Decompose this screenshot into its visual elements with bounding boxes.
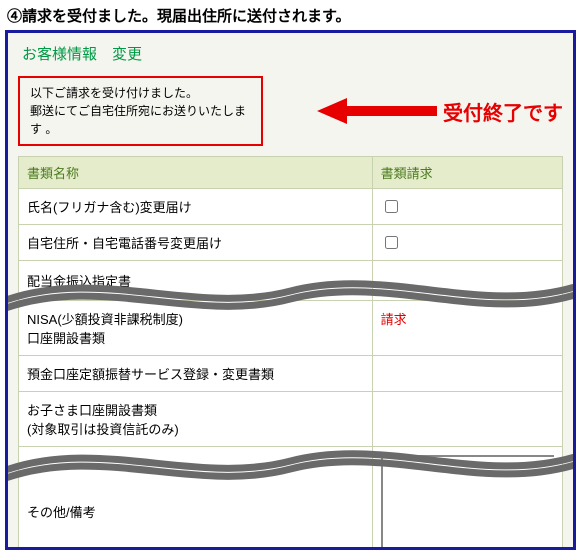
- confirmation-message-box: 以下ご請求を受け付けました。 郵送にてご自宅住所宛にお送りいたします 。: [18, 76, 263, 146]
- message-line-2: 郵送にてご自宅住所宛にお送りいたします 。: [30, 102, 251, 138]
- request-checkbox[interactable]: [385, 200, 398, 213]
- table-row: NISA(少額投資非課税制度) 口座開設書類 請求: [19, 301, 563, 356]
- doc-request-cell: 請求: [372, 301, 562, 356]
- doc-request-cell: [372, 189, 562, 225]
- doc-name-line: (対象取引は投資信託のみ): [27, 419, 364, 438]
- doc-request-cell: [372, 356, 562, 392]
- doc-name-cell: 預金口座定額振替サービス登録・変更書類: [19, 356, 373, 392]
- doc-name-cell: NISA(少額投資非課税制度) 口座開設書類: [19, 301, 373, 356]
- documents-table: 書類名称 書類請求 氏名(フリガナ含む)変更届け 自宅住所・自宅電話番号変更届け…: [18, 156, 563, 550]
- page-title: ④請求を受付ました。現届出住所に送付されます。: [5, 5, 576, 26]
- doc-name-line: NISA(少額投資非課税制度): [27, 309, 364, 328]
- request-checkbox[interactable]: [385, 236, 398, 249]
- table-row: 氏名(フリガナ含む)変更届け: [19, 189, 563, 225]
- form-frame: お客様情報 変更 以下ご請求を受け付けました。 郵送にてご自宅住所宛にお送りいた…: [5, 30, 576, 550]
- doc-request-cell: [372, 392, 562, 447]
- arrow-left-icon: [317, 96, 437, 126]
- remarks-textarea[interactable]: [381, 455, 554, 550]
- doc-name-cell: お子さま口座開設書類 (対象取引は投資信託のみ): [19, 392, 373, 447]
- other-textarea-cell: [372, 447, 562, 551]
- acceptance-label: 受付終了です: [443, 97, 563, 126]
- section-header: お客様情報 変更: [8, 33, 573, 72]
- table-row: 預金口座定額振替サービス登録・変更書類: [19, 356, 563, 392]
- col-header-doc-name: 書類名称: [19, 157, 373, 189]
- table-row: 配当金振込指定書: [19, 261, 563, 301]
- doc-name-cell: 氏名(フリガナ含む)変更届け: [19, 189, 373, 225]
- table-header-row: 書類名称 書類請求: [19, 157, 563, 189]
- table-row: 自宅住所・自宅電話番号変更届け: [19, 225, 563, 261]
- doc-name-line: 口座開設書類: [27, 328, 364, 347]
- doc-name-cell: 配当金振込指定書: [19, 261, 373, 301]
- col-header-doc-request: 書類請求: [372, 157, 562, 189]
- doc-name-line: お子さま口座開設書類: [27, 400, 364, 419]
- message-line-1: 以下ご請求を受け付けました。: [30, 84, 251, 102]
- doc-request-cell: [372, 225, 562, 261]
- table-row: お子さま口座開設書類 (対象取引は投資信託のみ): [19, 392, 563, 447]
- other-label-cell: その他/備考: [19, 447, 373, 551]
- table-row-other: その他/備考: [19, 447, 563, 551]
- doc-name-cell: 自宅住所・自宅電話番号変更届け: [19, 225, 373, 261]
- doc-request-cell: [372, 261, 562, 301]
